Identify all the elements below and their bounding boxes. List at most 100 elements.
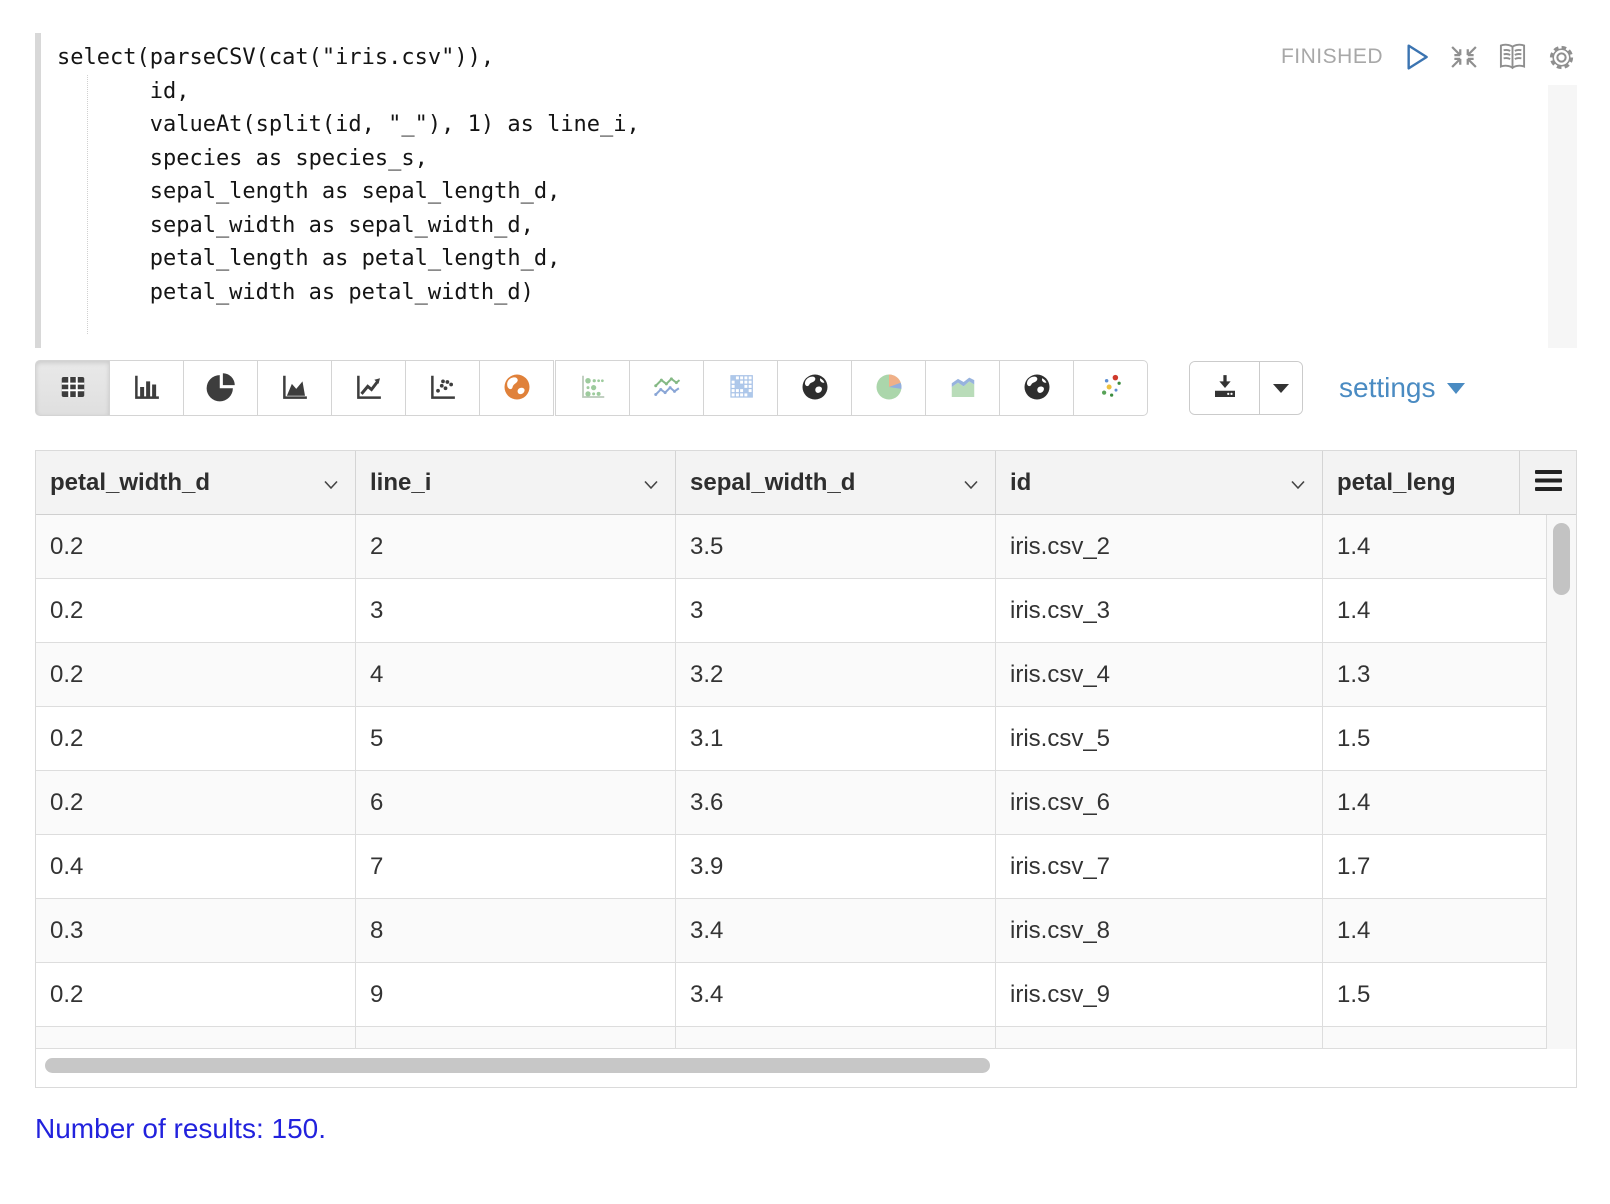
chevron-down-icon[interactable] bbox=[1290, 469, 1306, 497]
column-label: sepal_width_d bbox=[690, 469, 855, 497]
cell: iris.csv_4 bbox=[996, 643, 1323, 706]
code-editor-section: select(parseCSV(cat("iris.csv")), id, va… bbox=[35, 33, 1577, 348]
cell: 3.1 bbox=[676, 707, 996, 770]
cell: 0.4 bbox=[36, 835, 356, 898]
chevron-down-icon[interactable] bbox=[643, 469, 659, 497]
visualization-toolbar: settings bbox=[35, 360, 1577, 416]
cell: 7 bbox=[356, 835, 676, 898]
paragraph-controls: FINISHED bbox=[1281, 41, 1577, 73]
download-icon bbox=[1210, 372, 1240, 405]
horizontal-scrollbar-track[interactable] bbox=[36, 1049, 1576, 1087]
viz-tab-pie-chart[interactable] bbox=[183, 360, 258, 416]
cell: 0.2 bbox=[36, 579, 356, 642]
download-button[interactable] bbox=[1190, 362, 1260, 414]
viz-tab-area-colored[interactable] bbox=[925, 360, 1000, 416]
line-chart-icon bbox=[354, 372, 384, 405]
viz-tab-globe-1[interactable] bbox=[777, 360, 852, 416]
cell: iris.csv_5 bbox=[996, 707, 1323, 770]
cell: 0.2 bbox=[36, 515, 356, 578]
table-row: 0.2 5 3.1 iris.csv_5 1.5 bbox=[36, 707, 1547, 771]
horizontal-scrollbar-thumb[interactable] bbox=[45, 1058, 990, 1073]
cell bbox=[356, 1027, 676, 1048]
cell: iris.csv_9 bbox=[996, 963, 1323, 1026]
column-header-petal-length[interactable]: petal_leng bbox=[1323, 451, 1519, 514]
grid-menu-button[interactable] bbox=[1519, 451, 1576, 514]
cell: 0.2 bbox=[36, 771, 356, 834]
cell: iris.csv_2 bbox=[996, 515, 1323, 578]
cell: 1.5 bbox=[1323, 963, 1547, 1026]
viz-tab-multi-line-chart[interactable] bbox=[629, 360, 704, 416]
viz-tab-table[interactable] bbox=[35, 360, 110, 416]
viz-tab-line-chart[interactable] bbox=[331, 360, 406, 416]
table-row-partial bbox=[36, 1027, 1547, 1049]
cell: 3.4 bbox=[676, 899, 996, 962]
vertical-scrollbar-track[interactable] bbox=[1547, 515, 1576, 1049]
download-options-button[interactable] bbox=[1260, 362, 1302, 414]
vertical-scrollbar-thumb[interactable] bbox=[1553, 523, 1570, 595]
editor-scrollbar-track[interactable] bbox=[1548, 85, 1577, 348]
cell: 3.6 bbox=[676, 771, 996, 834]
cell bbox=[676, 1027, 996, 1048]
column-header-sepal-width[interactable]: sepal_width_d bbox=[676, 451, 996, 514]
multi-line-chart-icon bbox=[652, 372, 682, 405]
cell: iris.csv_8 bbox=[996, 899, 1323, 962]
settings-toggle[interactable]: settings bbox=[1339, 372, 1465, 404]
table-row: 0.2 4 3.2 iris.csv_4 1.3 bbox=[36, 643, 1547, 707]
book-icon[interactable] bbox=[1496, 42, 1529, 72]
compress-icon[interactable] bbox=[1449, 42, 1479, 72]
viz-tab-bar-chart[interactable] bbox=[109, 360, 184, 416]
cell: 1.7 bbox=[1323, 835, 1547, 898]
area-chart-icon bbox=[280, 372, 310, 405]
status-badge: FINISHED bbox=[1281, 45, 1383, 69]
code-editor[interactable]: select(parseCSV(cat("iris.csv")), id, va… bbox=[57, 41, 1537, 309]
viz-tab-scatter-colored[interactable] bbox=[1073, 360, 1148, 416]
cell: 9 bbox=[356, 963, 676, 1026]
caret-down-icon bbox=[1447, 383, 1465, 394]
cell bbox=[36, 1027, 356, 1048]
column-label: petal_leng bbox=[1337, 469, 1456, 497]
cell: 3 bbox=[356, 579, 676, 642]
download-split-button bbox=[1189, 361, 1303, 415]
cell: iris.csv_7 bbox=[996, 835, 1323, 898]
globe-dark-icon bbox=[800, 372, 830, 405]
cell: 1.4 bbox=[1323, 515, 1547, 578]
column-header-id[interactable]: id bbox=[996, 451, 1323, 514]
column-label: line_i bbox=[370, 469, 431, 497]
cell: 8 bbox=[356, 899, 676, 962]
table-row: 0.2 2 3.5 iris.csv_2 1.4 bbox=[36, 515, 1547, 579]
cell: 0.2 bbox=[36, 643, 356, 706]
scatter-colored-icon bbox=[1096, 372, 1126, 405]
table-icon bbox=[58, 372, 88, 405]
cell: 1.3 bbox=[1323, 643, 1547, 706]
hamburger-menu-icon bbox=[1535, 470, 1562, 496]
viz-tab-scatter-chart[interactable] bbox=[405, 360, 480, 416]
editor-left-bar bbox=[35, 33, 41, 348]
column-label: petal_width_d bbox=[50, 469, 210, 497]
gear-icon[interactable] bbox=[1546, 42, 1577, 73]
table-row: 0.3 8 3.4 iris.csv_8 1.4 bbox=[36, 899, 1547, 963]
cell: 0.2 bbox=[36, 963, 356, 1026]
chevron-down-icon[interactable] bbox=[963, 469, 979, 497]
cell: 3.4 bbox=[676, 963, 996, 1026]
column-header-line-i[interactable]: line_i bbox=[356, 451, 676, 514]
caret-down-icon bbox=[1273, 384, 1289, 393]
play-icon[interactable] bbox=[1400, 41, 1432, 73]
column-header-petal-width[interactable]: petal_width_d bbox=[36, 451, 356, 514]
globe-orange-icon bbox=[502, 372, 532, 405]
bubble-chart-icon bbox=[578, 372, 608, 405]
matrix-heatmap-icon bbox=[726, 372, 756, 405]
cell: 1.4 bbox=[1323, 771, 1547, 834]
column-label: id bbox=[1010, 469, 1031, 497]
cell: iris.csv_3 bbox=[996, 579, 1323, 642]
viz-tab-map-orange[interactable] bbox=[479, 360, 554, 416]
cell: 5 bbox=[356, 707, 676, 770]
viz-tab-bubble-chart[interactable] bbox=[555, 360, 630, 416]
bar-chart-icon bbox=[132, 372, 162, 405]
viz-tab-globe-2[interactable] bbox=[999, 360, 1074, 416]
cell: 1.4 bbox=[1323, 579, 1547, 642]
viz-tab-area-chart[interactable] bbox=[257, 360, 332, 416]
viz-tab-pie-colored[interactable] bbox=[851, 360, 926, 416]
viz-tab-matrix-heatmap[interactable] bbox=[703, 360, 778, 416]
chevron-down-icon[interactable] bbox=[323, 469, 339, 497]
cell: 1.4 bbox=[1323, 899, 1547, 962]
